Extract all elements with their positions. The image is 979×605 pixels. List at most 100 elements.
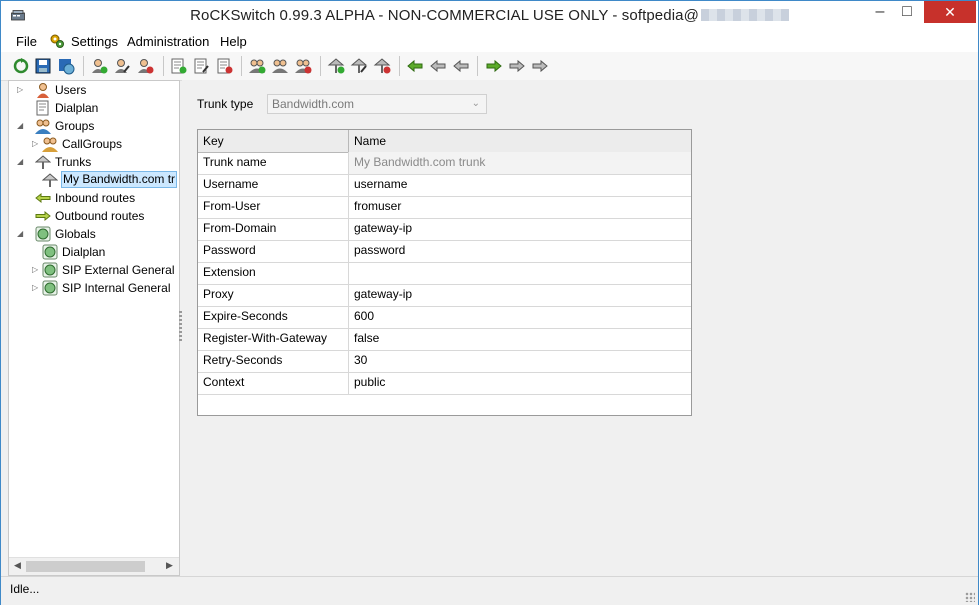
delete-dialplan-icon[interactable] — [215, 57, 233, 75]
save-icon[interactable] — [34, 57, 52, 75]
tree-item-label: CallGroups — [62, 137, 123, 151]
resize-grip-icon[interactable] — [965, 592, 975, 602]
add-user-icon[interactable] — [90, 57, 108, 75]
tree-item-my-bandwidth-trunk[interactable]: My Bandwidth.com tr — [42, 171, 179, 189]
row-key-cell: From-User — [198, 196, 349, 218]
delete-user-icon[interactable] — [136, 57, 154, 75]
tree-item-globals[interactable]: ◢ Globals — [17, 225, 177, 243]
tree-item-trunks[interactable]: ◢ Trunks — [17, 153, 177, 171]
tree-item-label: My Bandwidth.com tr — [61, 171, 178, 188]
column-header-name[interactable]: Name — [349, 130, 691, 152]
window-title: RoCKSwitch 0.99.3 ALPHA - NON-COMMERCIAL… — [1, 7, 978, 24]
table-row[interactable]: Retry-Seconds 30 — [198, 350, 691, 373]
row-value-cell[interactable]: username — [349, 174, 691, 196]
settings-gear-icon — [50, 34, 64, 48]
edit-dialplan-icon[interactable] — [192, 57, 210, 75]
row-value-cell[interactable]: My Bandwidth.com trunk — [349, 152, 691, 174]
tree-item-label: Dialplan — [55, 101, 99, 115]
edit-inbound-route-icon[interactable] — [429, 57, 447, 75]
tree-item-sip-external-general[interactable]: ▷ SIP External General — [32, 261, 179, 279]
tree-item-label: SIP External General — [62, 263, 175, 277]
expand-arrow-icon[interactable]: ▷ — [17, 81, 26, 99]
table-row[interactable]: Password password — [198, 240, 691, 263]
trunk-type-label: Trunk type — [197, 97, 254, 111]
expand-arrow-icon[interactable]: ▷ — [32, 279, 41, 297]
table-row[interactable]: Context public — [198, 372, 691, 395]
tree-item-dialplan[interactable]: Dialplan — [17, 99, 177, 117]
tree-item-sip-internal-general[interactable]: ▷ SIP Internal General — [32, 279, 179, 297]
toolbar — [1, 52, 978, 81]
scrollbar-thumb[interactable] — [26, 561, 145, 572]
edit-outbound-route-icon[interactable] — [508, 57, 526, 75]
add-dialplan-icon[interactable] — [169, 57, 187, 75]
globe-icon — [42, 244, 58, 260]
tree-item-users[interactable]: ▷ Users — [17, 81, 177, 99]
close-button[interactable]: ✕ — [924, 1, 976, 23]
tree-item-label: Users — [55, 83, 87, 97]
row-value-cell[interactable]: password — [349, 240, 691, 262]
menu-file[interactable]: File — [16, 34, 37, 49]
delete-outbound-route-icon[interactable] — [531, 57, 549, 75]
table-row[interactable]: Proxy gateway-ip — [198, 284, 691, 307]
edit-user-icon[interactable] — [113, 57, 131, 75]
add-outbound-route-icon[interactable] — [485, 57, 503, 75]
properties-table: Key Name Trunk name My Bandwidth.com trun… — [197, 129, 692, 416]
edit-trunk-icon[interactable] — [350, 57, 368, 75]
scroll-right-icon[interactable]: ▶ — [166, 560, 173, 571]
row-value-cell[interactable]: gateway-ip — [349, 284, 691, 306]
menu-administration[interactable]: Administration — [127, 34, 209, 49]
table-row[interactable]: Username username — [198, 174, 691, 197]
tree-item-label: Globals — [55, 227, 96, 241]
user-icon — [37, 83, 49, 98]
menu-bar: File Settings Administration Help — [1, 32, 978, 52]
row-value-cell[interactable]: 600 — [349, 306, 691, 328]
expand-arrow-icon[interactable]: ▷ — [32, 135, 41, 153]
delete-group-icon[interactable] — [294, 57, 312, 75]
delete-trunk-icon[interactable] — [373, 57, 391, 75]
tree-item-label: Groups — [55, 119, 95, 133]
refresh-icon[interactable] — [12, 57, 30, 75]
add-group-icon[interactable] — [248, 57, 266, 75]
add-trunk-icon[interactable] — [327, 57, 345, 75]
row-value-cell[interactable]: fromuser — [349, 196, 691, 218]
globe-icon — [42, 280, 58, 296]
collapse-arrow-icon[interactable]: ◢ — [17, 153, 26, 171]
delete-inbound-route-icon[interactable] — [452, 57, 470, 75]
collapse-arrow-icon[interactable]: ◢ — [17, 117, 26, 135]
navigation-tree[interactable]: ▷ Users Dialplan ◢ Groups ▷ CallGroups ◢… — [8, 80, 180, 576]
globe-icon — [42, 262, 58, 278]
status-bar: Idle... — [1, 576, 978, 605]
tree-item-globals-dialplan[interactable]: Dialplan — [42, 243, 179, 261]
dialplan-icon — [36, 100, 49, 116]
table-row[interactable]: Trunk name My Bandwidth.com trunk — [198, 152, 691, 175]
table-row[interactable]: Expire-Seconds 600 — [198, 306, 691, 329]
table-row[interactable]: From-User fromuser — [198, 196, 691, 219]
collapse-arrow-icon[interactable]: ◢ — [17, 225, 26, 243]
trunk-icon — [35, 155, 51, 169]
add-inbound-route-icon[interactable] — [406, 57, 424, 75]
menu-settings[interactable]: Settings — [71, 34, 118, 49]
table-row[interactable]: From-Domain gateway-ip — [198, 218, 691, 241]
save-globe-icon[interactable] — [57, 57, 75, 75]
table-row[interactable]: Register-With-Gateway false — [198, 328, 691, 351]
row-value-cell[interactable] — [349, 262, 691, 284]
tree-item-callgroups[interactable]: ▷ CallGroups — [32, 135, 177, 153]
row-key-cell: Register-With-Gateway — [198, 328, 349, 350]
edit-group-icon[interactable] — [271, 57, 289, 75]
tree-item-outbound-routes[interactable]: Outbound routes — [17, 207, 177, 225]
row-value-cell[interactable]: public — [349, 372, 691, 394]
row-value-cell[interactable]: gateway-ip — [349, 218, 691, 240]
table-row[interactable]: Extension — [198, 262, 691, 285]
row-value-cell[interactable]: false — [349, 328, 691, 350]
trunk-type-select[interactable]: Bandwidth.com ⌄ — [267, 94, 487, 114]
tree-item-label: Dialplan — [62, 245, 106, 259]
scroll-left-icon[interactable]: ◀ — [14, 560, 21, 571]
row-key-cell: From-Domain — [198, 218, 349, 240]
menu-help[interactable]: Help — [220, 34, 247, 49]
tree-item-inbound-routes[interactable]: Inbound routes — [17, 189, 177, 207]
row-value-cell[interactable]: 30 — [349, 350, 691, 372]
expand-arrow-icon[interactable]: ▷ — [32, 261, 41, 279]
column-header-key[interactable]: Key — [198, 130, 349, 152]
tree-item-groups[interactable]: ◢ Groups — [17, 117, 177, 135]
horizontal-scrollbar[interactable]: ◀ ▶ — [9, 557, 179, 575]
